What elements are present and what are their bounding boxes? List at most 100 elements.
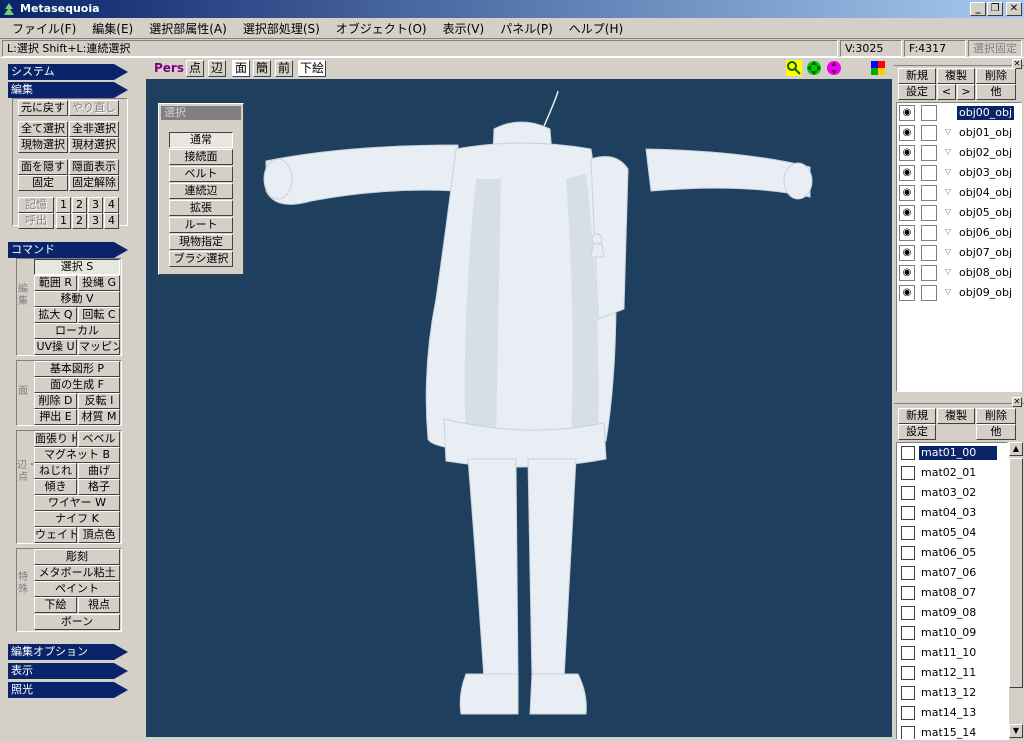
system-header[interactable]: システム (8, 64, 128, 80)
material-row[interactable]: mat02_01 (897, 463, 1007, 483)
bend-tool-button[interactable]: 曲げ (78, 463, 120, 479)
lock-toggle[interactable] (921, 105, 937, 121)
paint-tool-button[interactable]: ペイント (34, 581, 120, 597)
menu-view[interactable]: 表示(V) (435, 20, 493, 37)
menu-file[interactable]: ファイル(F) (4, 20, 84, 37)
rotate-view-icon[interactable] (826, 60, 842, 76)
memory-slot-4[interactable]: 4 (104, 197, 119, 213)
lasso-tool-button[interactable]: 投縄 G (78, 275, 120, 291)
expand-arrow-icon[interactable]: ▼ (945, 107, 951, 116)
wire-tool-button[interactable]: ワイヤー W (34, 495, 120, 511)
object-next-button[interactable]: > (957, 84, 975, 100)
redo-button[interactable]: やり直し (69, 100, 119, 116)
select-belt-button[interactable]: ベルト (169, 166, 233, 182)
expand-arrow-icon[interactable]: ▽ (945, 167, 951, 176)
delete-tool-button[interactable]: 削除 D (34, 393, 77, 409)
visibility-eye-icon[interactable]: ◉ (899, 265, 915, 281)
fix-selection-toggle[interactable]: 選択固定 (968, 40, 1022, 57)
visibility-eye-icon[interactable]: ◉ (899, 125, 915, 141)
object-row[interactable]: ◉ obj07_obj ▽ (897, 243, 1021, 263)
material-row[interactable]: mat03_02 (897, 483, 1007, 503)
material-row[interactable]: mat08_07 (897, 583, 1007, 603)
lock-toggle[interactable] (921, 125, 937, 141)
menu-object[interactable]: オブジェクト(O) (328, 20, 435, 37)
material-row[interactable]: mat05_04 (897, 523, 1007, 543)
select-continuous-edge-button[interactable]: 連続辺 (169, 183, 233, 199)
twist-tool-button[interactable]: ねじれ (34, 463, 77, 479)
menu-selection-proc[interactable]: 選択部処理(S) (235, 20, 328, 37)
deselect-all-button[interactable]: 全非選択 (69, 121, 119, 137)
object-prev-button[interactable]: < (937, 84, 956, 100)
face-gen-tool-button[interactable]: 面の生成 F (34, 377, 120, 393)
material-row[interactable]: mat13_12 (897, 683, 1007, 703)
material-new-button[interactable]: 新規 (898, 408, 936, 424)
expand-arrow-icon[interactable]: ▽ (945, 147, 951, 156)
object-row[interactable]: ◉ obj08_obj ▽ (897, 263, 1021, 283)
scroll-down-arrow-icon[interactable]: ▼ (1009, 724, 1023, 738)
select-current-material-button[interactable]: 現材選択 (69, 137, 119, 153)
move-tool-button[interactable]: 移動 V (34, 291, 120, 307)
select-route-button[interactable]: ルート (169, 217, 233, 233)
lattice-tool-button[interactable]: 格子 (78, 479, 120, 495)
expand-arrow-icon[interactable]: ▽ (945, 287, 951, 296)
maximize-button[interactable]: ❐ (987, 2, 1003, 16)
visibility-eye-icon[interactable]: ◉ (899, 285, 915, 301)
face-mode-button[interactable]: 面 (232, 60, 250, 77)
material-row[interactable]: mat15_14 (897, 723, 1007, 739)
scale-tool-button[interactable]: 拡大 Q (34, 307, 77, 323)
memory-slot-3[interactable]: 3 (88, 197, 103, 213)
object-other-button[interactable]: 他 (976, 84, 1016, 100)
viewpoint-tool-button[interactable]: 視点 (78, 597, 120, 613)
edge-mode-button[interactable]: 辺 (208, 60, 226, 77)
display-header[interactable]: 表示 (8, 663, 128, 679)
expand-arrow-icon[interactable]: ▽ (945, 187, 951, 196)
point-mode-button[interactable]: 点 (186, 60, 204, 77)
object-delete-button[interactable]: 削除 (976, 68, 1016, 84)
lock-toggle[interactable] (921, 165, 937, 181)
lock-toggle[interactable] (921, 185, 937, 201)
menu-selection-attr[interactable]: 選択部属性(A) (141, 20, 235, 37)
select-brush-button[interactable]: ブラシ選択 (169, 251, 233, 267)
select-connected-face-button[interactable]: 接続面 (169, 149, 233, 165)
material-scrollbar[interactable]: ▲ ▼ (1008, 442, 1023, 740)
select-tool-button[interactable]: 選択 S (34, 259, 120, 275)
material-other-button[interactable]: 他 (976, 424, 1016, 440)
stretch-tool-button[interactable]: 面張り H (34, 431, 77, 447)
material-row[interactable]: mat06_05 (897, 543, 1007, 563)
lock-toggle[interactable] (921, 265, 937, 281)
select-current-object-button[interactable]: 現物選択 (18, 137, 68, 153)
scroll-up-arrow-icon[interactable]: ▲ (1009, 442, 1023, 456)
lock-toggle[interactable] (921, 205, 937, 221)
object-row[interactable]: ◉ obj00_obj ▼ (897, 103, 1021, 123)
visibility-eye-icon[interactable]: ◉ (899, 185, 915, 201)
sculpt-tool-button[interactable]: 彫刻 (34, 549, 120, 565)
object-row[interactable]: ◉ obj01_obj ▽ (897, 123, 1021, 143)
primitive-tool-button[interactable]: 基本図形 P (34, 361, 120, 377)
object-row[interactable]: ◉ obj09_obj ▽ (897, 283, 1021, 303)
command-header[interactable]: コマンド (8, 242, 128, 258)
knife-tool-button[interactable]: ナイフ K (34, 511, 120, 527)
menu-help[interactable]: ヘルプ(H) (561, 20, 631, 37)
unfix-button[interactable]: 固定解除 (69, 175, 119, 191)
material-delete-button[interactable]: 削除 (976, 408, 1016, 424)
material-tool-button[interactable]: 材質 M (78, 409, 120, 425)
underlay-tool-button[interactable]: 下絵 (34, 597, 77, 613)
show-hidden-button[interactable]: 隠面表示 (69, 159, 119, 175)
material-row[interactable]: mat12_11 (897, 663, 1007, 683)
recall-button[interactable]: 呼出 (18, 213, 54, 229)
menu-panel[interactable]: パネル(P) (492, 20, 561, 37)
bevel-tool-button[interactable]: ベベル (78, 431, 120, 447)
lock-toggle[interactable] (921, 225, 937, 241)
material-panel-close-button[interactable]: ✕ (1012, 397, 1022, 407)
visibility-eye-icon[interactable]: ◉ (899, 105, 915, 121)
tilt-tool-button[interactable]: 傾き (34, 479, 77, 495)
object-row[interactable]: ◉ obj04_obj ▽ (897, 183, 1021, 203)
object-row[interactable]: ◉ obj05_obj ▽ (897, 203, 1021, 223)
flip-tool-button[interactable]: 反転 I (78, 393, 120, 409)
front-mode-button[interactable]: 前 (275, 60, 293, 77)
material-row[interactable]: mat10_09 (897, 623, 1007, 643)
recall-slot-1[interactable]: 1 (56, 213, 71, 229)
material-copy-button[interactable]: 複製 (937, 408, 975, 424)
close-button[interactable]: ✕ (1006, 2, 1022, 16)
select-all-button[interactable]: 全て選択 (18, 121, 68, 137)
